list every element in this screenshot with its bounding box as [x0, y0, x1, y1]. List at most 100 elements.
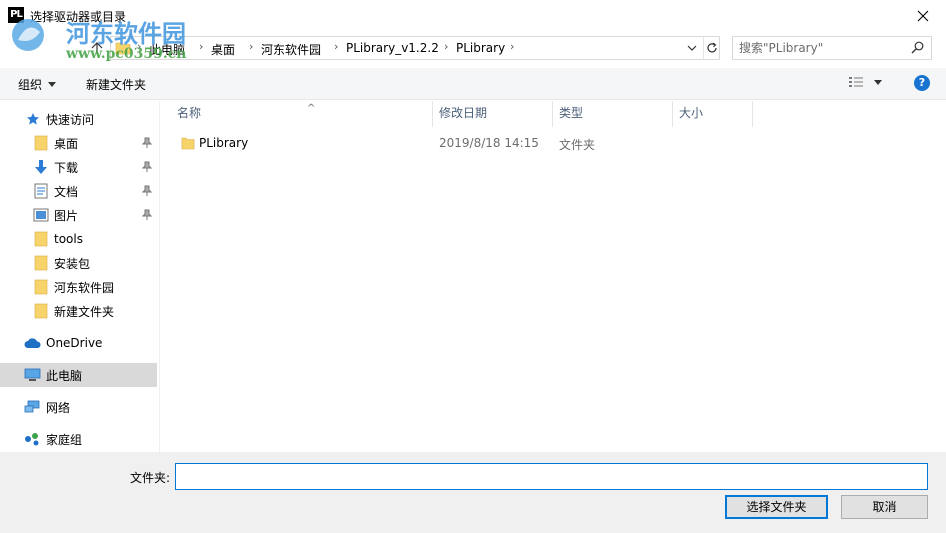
file-name: PLibrary [199, 136, 249, 150]
pin-icon[interactable] [142, 137, 152, 149]
breadcrumb-separator: › [137, 40, 142, 53]
column-label: 类型 [559, 106, 584, 120]
address-dropdown-button[interactable] [682, 37, 702, 59]
breadcrumb-separator: › [199, 40, 204, 53]
details-view-icon [849, 77, 863, 87]
breadcrumb-separator: › [510, 40, 515, 53]
star-icon [27, 113, 39, 125]
view-options-button[interactable] [848, 75, 882, 89]
organize-label: 组织 [18, 78, 43, 92]
address-row: › 此电脑 › 桌面 › 河东软件园 › PLibrary_v1.2.2 › P… [0, 34, 946, 62]
file-list: 名称 ^ 修改日期 类型 大小 PLibrary 2019/8/18 14:15… [161, 101, 946, 452]
file-modified: 2019/8/18 14:15 [439, 136, 539, 150]
refresh-icon [707, 42, 717, 53]
breadcrumb-separator: › [444, 40, 449, 53]
nav-label: 文档 [54, 184, 79, 199]
nav-item-desktop[interactable]: 桌面 [0, 131, 157, 155]
title-bar: PL 选择驱动器或目录 [0, 0, 946, 32]
nav-label: 快速访问 [46, 112, 95, 127]
download-icon [35, 160, 47, 174]
sort-ascending-icon: ^ [307, 103, 316, 114]
breadcrumb-separator: › [334, 40, 339, 53]
folder-icon [34, 303, 48, 319]
cancel-button[interactable]: 取消 [841, 495, 928, 519]
breadcrumb-desktop[interactable]: 桌面 [211, 41, 235, 58]
nav-label: 河东软件园 [54, 280, 115, 295]
breadcrumb-this-pc[interactable]: 此电脑 [149, 41, 185, 58]
search-box[interactable] [732, 36, 932, 60]
nav-item-new-folder[interactable]: 新建文件夹 [0, 299, 157, 323]
pin-icon[interactable] [142, 161, 152, 173]
nav-label: tools [54, 232, 83, 246]
app-icon: PL [8, 7, 24, 23]
nav-item-documents[interactable]: 文档 [0, 179, 157, 203]
refresh-button[interactable] [703, 37, 720, 59]
nav-item-installers[interactable]: 安装包 [0, 251, 157, 275]
picture-icon [33, 208, 49, 222]
nav-label: 此电脑 [46, 368, 83, 383]
folder-field-label: 文件夹: [130, 471, 171, 485]
column-header-type[interactable]: 类型 [553, 101, 673, 127]
table-row[interactable]: PLibrary 2019/8/18 14:15 文件夹 [171, 132, 771, 154]
chevron-down-icon [687, 45, 697, 51]
address-bar[interactable]: › 此电脑 › 桌面 › 河东软件园 › PLibrary_v1.2.2 › P… [110, 36, 720, 60]
arrow-up-icon [91, 42, 103, 54]
search-input[interactable] [739, 40, 904, 56]
nav-label: 网络 [46, 400, 71, 415]
folder-icon [34, 135, 48, 151]
breadcrumb-plibrary[interactable]: PLibrary [456, 41, 505, 55]
nav-homegroup[interactable]: 家庭组 [0, 427, 157, 451]
navigation-pane: 快速访问 桌面 下载 文档 图片 tools 安装包 河东软件园 新建文件夹 O… [0, 101, 160, 452]
pin-icon[interactable] [142, 209, 152, 221]
nav-label: 桌面 [54, 136, 79, 151]
new-folder-button[interactable]: 新建文件夹 [86, 76, 146, 93]
column-header-size[interactable]: 大小 [673, 101, 753, 127]
cloud-icon [24, 338, 41, 348]
homegroup-icon [25, 433, 39, 446]
computer-icon [24, 368, 41, 381]
nav-onedrive[interactable]: OneDrive [0, 331, 157, 355]
caret-down-icon [874, 79, 882, 85]
column-label: 名称 [177, 106, 202, 120]
nav-label: 图片 [54, 208, 79, 223]
nav-label: 新建文件夹 [54, 304, 115, 319]
organize-menu[interactable]: 组织 [18, 76, 57, 93]
nav-network[interactable]: 网络 [0, 395, 157, 419]
breadcrumb-separator: › [249, 40, 254, 53]
nav-label: 下载 [54, 160, 79, 175]
network-icon [24, 400, 40, 413]
nav-this-pc[interactable]: 此电脑 [0, 363, 157, 387]
window-title: 选择驱动器或目录 [30, 10, 127, 24]
column-header-modified[interactable]: 修改日期 [433, 101, 553, 127]
breadcrumb-plibrary-version[interactable]: PLibrary_v1.2.2 [346, 41, 439, 55]
folder-icon [34, 279, 48, 295]
nav-item-pictures[interactable]: 图片 [0, 203, 157, 227]
up-button[interactable] [86, 36, 108, 60]
folder-icon [34, 231, 48, 247]
nav-label: 家庭组 [46, 432, 83, 447]
folder-icon [181, 137, 195, 150]
nav-item-tools[interactable]: tools [0, 227, 157, 251]
nav-quick-access[interactable]: 快速访问 [0, 107, 157, 131]
close-icon [917, 10, 929, 22]
document-icon [34, 183, 48, 199]
caret-down-icon [48, 82, 57, 87]
folder-input[interactable] [175, 463, 928, 490]
column-header-name[interactable]: 名称 ^ [171, 101, 433, 127]
breadcrumb-hedong[interactable]: 河东软件园 [261, 41, 321, 58]
pin-icon[interactable] [142, 185, 152, 197]
nav-item-hedong[interactable]: 河东软件园 [0, 275, 157, 299]
search-icon[interactable] [911, 41, 924, 54]
command-toolbar: 组织 新建文件夹 ? [0, 68, 946, 100]
column-label: 修改日期 [439, 106, 488, 120]
select-folder-button[interactable]: 选择文件夹 [725, 495, 828, 519]
nav-item-downloads[interactable]: 下载 [0, 155, 157, 179]
nav-label: OneDrive [46, 336, 103, 350]
close-button[interactable] [900, 0, 946, 32]
bottom-panel: 文件夹: 选择文件夹 取消 [0, 452, 946, 533]
help-icon[interactable]: ? [914, 75, 930, 91]
folder-icon [34, 255, 48, 271]
nav-label: 安装包 [54, 256, 91, 271]
file-type: 文件夹 [559, 138, 596, 152]
folder-icon [115, 42, 131, 55]
